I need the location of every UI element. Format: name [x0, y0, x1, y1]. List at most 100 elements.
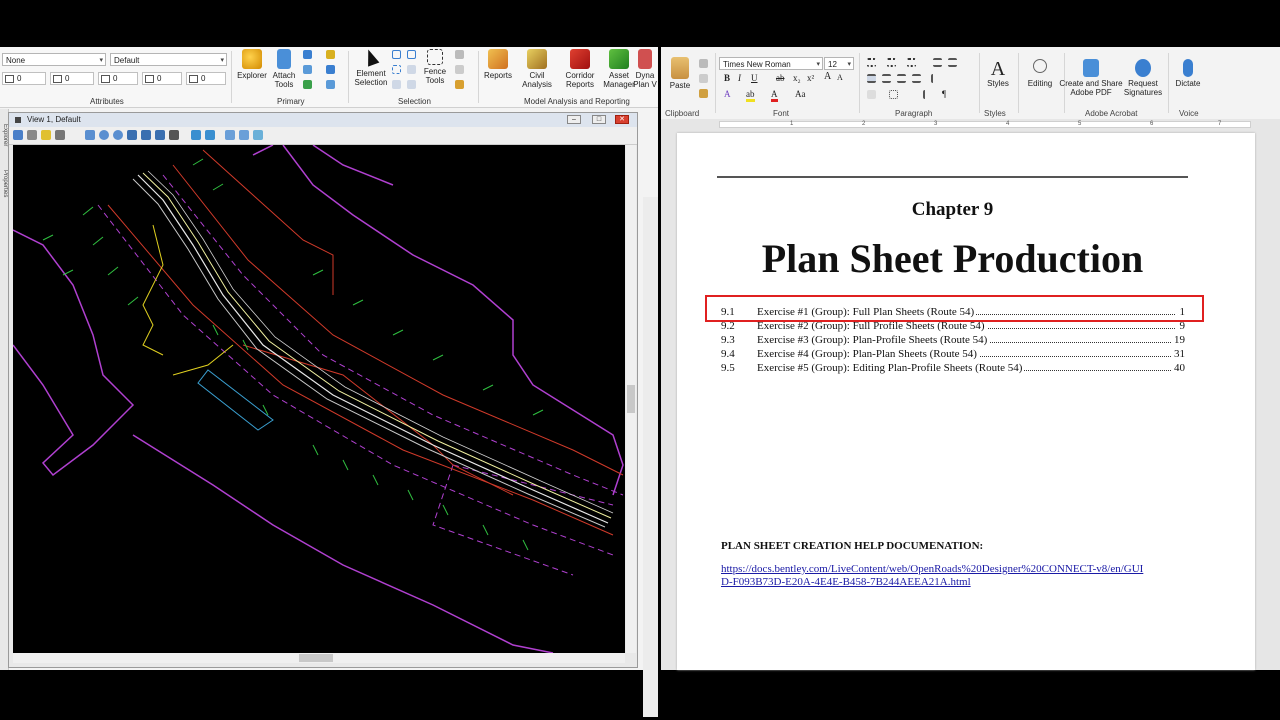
shrink-font-button[interactable]: A — [837, 73, 843, 82]
paste-button[interactable]: Paste — [663, 57, 697, 90]
toc-entry[interactable]: 9.5 Exercise #5 (Group): Editing Plan-Pr… — [721, 361, 1185, 375]
italic-button[interactable]: I — [738, 73, 741, 83]
multilevel-list-icon[interactable] — [907, 58, 916, 67]
decrease-indent-icon[interactable] — [933, 58, 942, 67]
toc-entry[interactable]: 9.4 Exercise #4 (Group): Plan-Plan Sheet… — [721, 347, 1185, 361]
copy-icon[interactable] — [455, 65, 464, 74]
view-options-icon[interactable] — [55, 130, 65, 140]
help-link[interactable]: https://docs.bentley.com/LiveContent/web… — [721, 563, 1151, 589]
cut-icon[interactable] — [455, 50, 464, 59]
align-left-icon[interactable] — [867, 74, 876, 83]
borders-icon[interactable] — [889, 90, 898, 99]
subscript-button[interactable]: x₂ — [793, 73, 801, 83]
view-settings-icon[interactable] — [239, 130, 249, 140]
settings-icon[interactable] — [326, 80, 335, 89]
zoom-out-icon[interactable] — [113, 130, 123, 140]
horizontal-scroll-thumb[interactable] — [299, 654, 333, 662]
align-right-icon[interactable] — [897, 74, 906, 83]
dynamic-plan-button[interactable]: Dyna Plan V — [632, 49, 658, 89]
shading-icon[interactable] — [867, 90, 876, 99]
align-center-icon[interactable] — [882, 74, 891, 83]
raster-icon[interactable] — [326, 50, 335, 59]
close-button[interactable]: ✕ — [615, 115, 629, 124]
view-title-bar[interactable]: View 1, Default – □ ✕ — [9, 113, 637, 127]
civil-analysis-button[interactable]: Civil Analysis — [517, 49, 557, 89]
text-effects-button[interactable]: A — [724, 89, 731, 99]
toc-entry[interactable]: 9.3 Exercise #3 (Group): Plan-Profile Sh… — [721, 333, 1185, 347]
copy-view-icon[interactable] — [225, 130, 235, 140]
window-area-icon[interactable] — [127, 130, 137, 140]
strikethrough-button[interactable]: ab — [776, 73, 785, 83]
level-combo[interactable]: None ▾ — [2, 53, 106, 66]
highlight-color-button[interactable]: ab — [746, 89, 755, 102]
horizontal-ruler[interactable]: 1 2 3 4 5 6 7 — [661, 119, 1280, 131]
select-all-icon[interactable] — [392, 50, 401, 59]
view-attributes-icon[interactable] — [13, 130, 23, 140]
paste-icon[interactable] — [455, 80, 464, 89]
format-painter-icon[interactable] — [699, 89, 708, 98]
select-by-attributes-icon[interactable] — [392, 65, 401, 74]
lighting-icon[interactable] — [41, 130, 51, 140]
pan-view-icon[interactable] — [169, 130, 179, 140]
paragraph-group-label: Paragraph — [895, 109, 933, 118]
update-view-icon[interactable] — [85, 130, 95, 140]
request-signatures-button[interactable]: Request Signatures — [1120, 59, 1166, 97]
fence-tools-button[interactable]: Fence Tools — [415, 49, 455, 85]
editing-button[interactable]: Editing — [1018, 59, 1062, 88]
increase-indent-icon[interactable] — [948, 58, 957, 67]
previous-view-icon[interactable] — [191, 130, 201, 140]
styles-button[interactable]: A Styles — [980, 59, 1016, 88]
bullets-icon[interactable] — [867, 58, 876, 67]
minimize-button[interactable]: – — [567, 115, 581, 124]
reports-button[interactable]: Reports — [478, 49, 518, 80]
vertical-scroll-thumb[interactable] — [627, 385, 635, 413]
underline-button[interactable]: U — [751, 73, 758, 83]
bold-button[interactable]: B — [724, 73, 730, 83]
transparency-field[interactable]: 0 — [142, 72, 182, 85]
line-spacing-icon[interactable] — [931, 74, 940, 83]
font-color-button[interactable]: A — [771, 89, 778, 102]
dictate-button[interactable]: Dictate — [1169, 59, 1207, 88]
fit-view-icon[interactable] — [141, 130, 151, 140]
view-icon — [15, 117, 21, 123]
change-case-button[interactable]: Aa — [795, 89, 806, 99]
level-manager-icon[interactable] — [303, 50, 312, 59]
horizontal-scrollbar[interactable] — [13, 653, 625, 663]
copy-icon[interactable] — [699, 74, 708, 83]
display-styles-icon[interactable] — [326, 65, 335, 74]
justify-icon[interactable] — [912, 74, 921, 83]
vertical-scrollbar[interactable] — [626, 145, 636, 653]
next-view-icon[interactable] — [205, 130, 215, 140]
element-selection-button[interactable]: Element Selection — [351, 47, 391, 87]
style-combo[interactable]: Default ▾ — [110, 53, 227, 66]
corridor-reports-button[interactable]: Corridor Reports — [560, 49, 600, 89]
zoom-in-icon[interactable] — [99, 130, 109, 140]
attach-tools-button[interactable]: Attach Tools — [264, 49, 304, 89]
explorer-side-tab[interactable]: Explorer — [0, 115, 8, 155]
numbering-icon[interactable] — [887, 58, 896, 67]
linestyle-field[interactable]: 0 — [98, 72, 138, 85]
toc-page: 31 — [1172, 347, 1185, 361]
sort-icon[interactable] — [923, 90, 932, 99]
document-page[interactable]: Chapter 9 Plan Sheet Production 9.1 Exer… — [677, 133, 1255, 670]
font-name-combo[interactable]: Times New Roman ▾ — [719, 57, 823, 70]
cut-icon[interactable] — [699, 59, 708, 68]
grow-font-button[interactable]: A — [824, 71, 831, 82]
references-icon[interactable] — [303, 80, 312, 89]
create-share-pdf-button[interactable]: Create and Share Adobe PDF — [1059, 59, 1123, 97]
rotate-view-icon[interactable] — [155, 130, 165, 140]
clip-volume-icon[interactable] — [253, 130, 263, 140]
civil-analysis-icon — [527, 49, 547, 69]
show-formatting-button[interactable]: ¶ — [942, 89, 946, 99]
weight-field[interactable]: 0 — [50, 72, 94, 85]
display-style-icon[interactable] — [27, 130, 37, 140]
drawing-canvas[interactable] — [12, 144, 625, 654]
properties-side-tab[interactable]: Properties — [0, 161, 8, 207]
color-field[interactable]: 0 — [2, 72, 46, 85]
models-icon[interactable] — [303, 65, 312, 74]
maximize-button[interactable]: □ — [592, 115, 606, 124]
font-size-combo[interactable]: 12 ▾ — [824, 57, 854, 70]
group-icon[interactable] — [392, 80, 401, 89]
priority-field[interactable]: 0 — [186, 72, 226, 85]
superscript-button[interactable]: x² — [807, 73, 814, 83]
